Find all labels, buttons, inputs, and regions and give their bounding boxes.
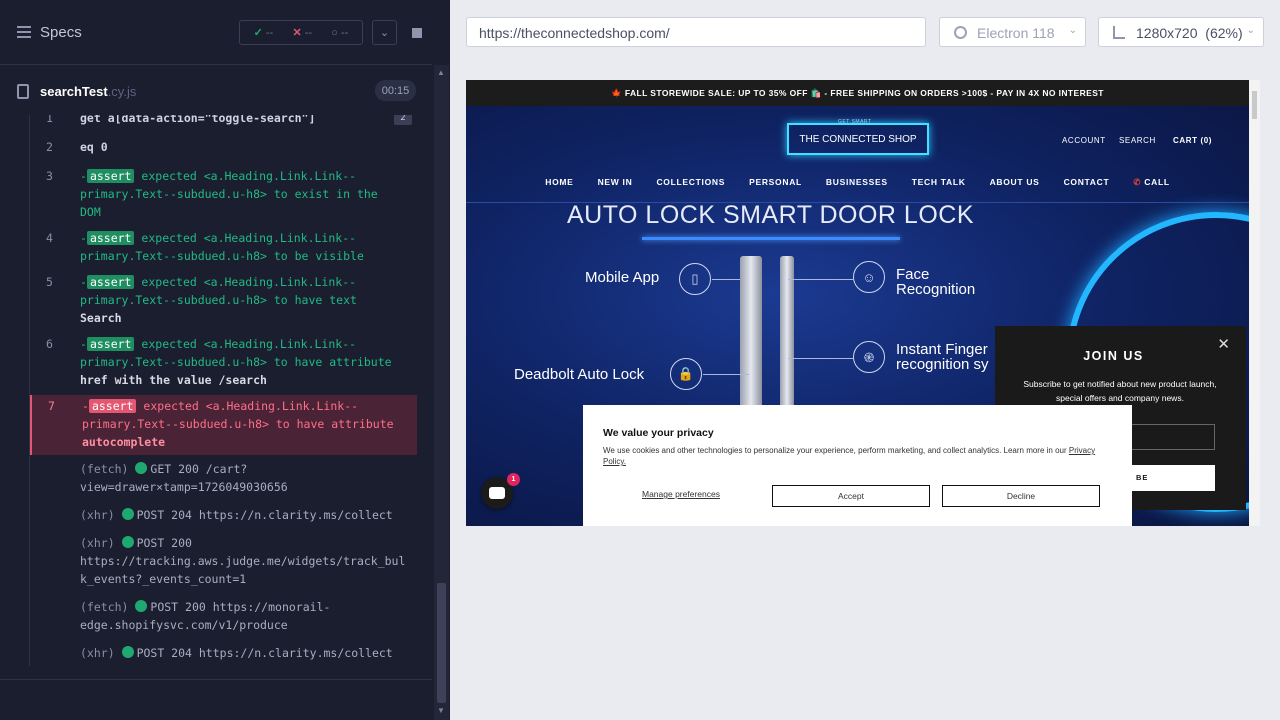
subscribe-button[interactable]: BE [1119,465,1215,491]
feature-fingerprint: Instant Finger recognition sy [896,341,989,373]
cart-link[interactable]: CART (0) [1173,136,1212,145]
status-dot [135,600,148,612]
phone-icon: ✆ [1133,177,1142,187]
specs-header: Specs ✓ -- ✕ -- ○ -- ⌄ [0,0,432,65]
command-row[interactable]: 2 eq 0 [30,138,417,156]
nav-collections[interactable]: COLLECTIONS [656,177,725,193]
nav-contact[interactable]: CONTACT [1064,177,1110,193]
spec-file-row[interactable]: searchTest.cy.js 00:15 [0,77,432,107]
account-link[interactable]: ACCOUNT [1062,136,1106,145]
url-bar[interactable]: https://theconnectedshop.com/ [466,17,926,47]
viewport-info[interactable]: 1280x720 (62%) ⌄ [1098,17,1264,47]
command-row[interactable]: 1 get a[data-action="toggle-search"] 2 [30,115,417,129]
feature-deadbolt: Deadbolt Auto Lock [514,366,645,383]
status-dot [121,646,134,658]
status-dot [121,508,134,520]
divider [0,679,432,680]
privacy-title: We value your privacy [603,427,714,439]
manage-preferences-link[interactable]: Manage preferences [642,489,720,499]
join-text: Subscribe to get notified about new prod… [1023,379,1217,403]
search-link[interactable]: SEARCH [1119,136,1156,145]
nav-call[interactable]: ✆ CALL [1133,177,1169,193]
nav-tech-talk[interactable]: TECH TALK [912,177,966,193]
assert-row[interactable]: 5 - assert expected <a.Heading.Link.Link-… [30,273,417,329]
check-icon: ✓ [253,27,263,39]
browser-selector[interactable]: Electron 118 ⌄ [939,17,1086,47]
assert-row[interactable]: 6 - assert expected <a.Heading.Link.Link-… [30,335,417,391]
padlock-icon: 🔒 [670,358,702,390]
hero-title: AUTO LOCK SMART DOOR LOCK [566,201,975,229]
email-field[interactable] [1119,424,1215,450]
pending-stat: ○ -- [331,26,349,39]
assert-row[interactable]: 4 - assert expected <a.Heading.Link.Link-… [30,229,417,267]
decline-button[interactable]: Decline [942,485,1100,507]
duration-badge: 00:15 [375,80,416,101]
main-nav: HOME NEW IN COLLECTIONS PERSONAL BUSINES… [466,177,1249,193]
aut-scrollbar-thumb[interactable] [1252,91,1257,119]
request-row[interactable]: (fetch) POST 200 https://monorail- edge.… [30,598,417,636]
nav-businesses[interactable]: BUSINESSES [826,177,888,193]
cypress-reporter: Specs ✓ -- ✕ -- ○ -- ⌄ searchTest.cy.js … [0,0,450,720]
app-under-test: 🍁 FALL STOREWIDE SALE: UP TO 35% OFF 🛍️ … [466,80,1249,526]
nav-personal[interactable]: PERSONAL [749,177,802,193]
cookie-banner: We value your privacy We use cookies and… [583,405,1132,526]
chat-icon [489,487,505,499]
chevron-down-icon: ⌄ [1068,25,1077,36]
privacy-text: We use cookies and other technologies to… [603,446,1096,466]
menu-icon[interactable] [17,26,31,38]
request-row[interactable]: (xhr) POST 204 https://n.clarity.ms/coll… [30,644,417,664]
connector [703,374,749,375]
failed-stat: ✕ -- [292,27,313,39]
cross-icon: ✕ [292,27,302,39]
spec-file-name: searchTest.cy.js [40,84,137,99]
accept-button[interactable]: Accept [772,485,930,507]
status-dot [121,536,134,548]
stop-icon[interactable] [404,20,429,45]
aut-scrollbar[interactable] [1249,80,1260,526]
assert-row[interactable]: 3 - assert expected <a.Heading.Link.Link-… [30,167,417,223]
fingerprint-icon: ֎ [853,341,885,373]
promo-banner[interactable]: 🍁 FALL STOREWIDE SALE: UP TO 35% OFF 🛍️ … [466,80,1249,106]
hero-underline [642,237,900,240]
nav-new-in[interactable]: NEW IN [598,177,633,193]
face-icon: ☺ [853,261,885,293]
ruler-icon [1113,26,1125,39]
feature-mobile: Mobile App [585,269,660,286]
connector [788,358,853,359]
chat-badge: 1 [507,473,520,486]
chevron-down-icon[interactable]: ⌄ [372,20,397,45]
request-row[interactable]: (xhr) POST 204 https://n.clarity.ms/coll… [30,506,417,526]
scroll-down-icon[interactable]: ▼ [437,706,445,715]
failed-assert-row[interactable]: 7 - assert expected <a.Heading.Link.Link-… [30,395,417,455]
nav-about-us[interactable]: ABOUT US [990,177,1040,193]
feature-face: Face Recognition [896,266,976,298]
electron-icon [954,26,967,39]
shop-logo[interactable]: THE CONNECTED SHOP [787,123,929,155]
count-badge: 2 [394,115,412,125]
status-dot [135,462,148,474]
scrollbar-thumb[interactable] [437,583,446,703]
scroll-up-icon[interactable]: ▲ [437,68,445,77]
join-title: JOIN US [1083,349,1144,363]
file-icon [17,84,29,99]
connector [788,279,853,280]
pending-icon: ○ [331,26,338,39]
specs-title[interactable]: Specs [40,24,82,41]
mobile-icon: ▯ [679,263,711,295]
passed-stat: ✓ -- [253,27,274,39]
command-log: 1 get a[data-action="toggle-search"] 2 2… [29,115,417,666]
chevron-down-icon: ⌄ [1246,25,1255,36]
nav-home[interactable]: HOME [545,177,573,193]
request-row[interactable]: (xhr) POST 200 https://tracking.aws.judg… [30,534,417,590]
test-stats: ✓ -- ✕ -- ○ -- [239,20,363,45]
request-row[interactable]: (fetch) GET 200 /cart? view=drawer×tamp=… [30,460,417,498]
